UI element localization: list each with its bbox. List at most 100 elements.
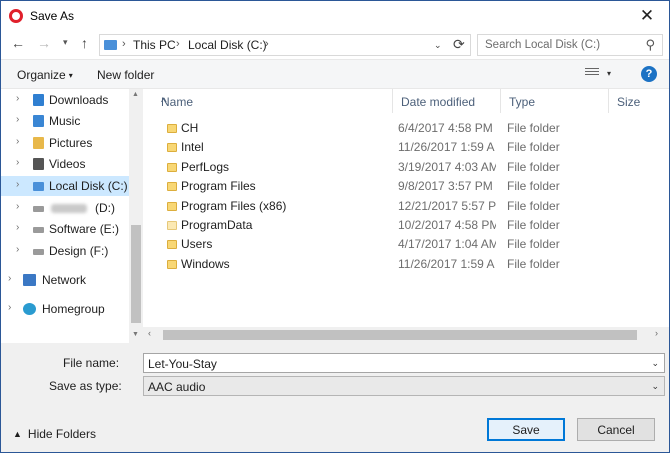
up-button[interactable]: ↑ bbox=[81, 35, 88, 51]
folder-icon bbox=[167, 240, 177, 249]
address-bar[interactable]: › This PC › Local Disk (C:) › ⌄ ⟳ bbox=[99, 34, 471, 56]
search-icon[interactable]: ⚲ bbox=[645, 37, 655, 53]
homegroup-icon bbox=[23, 303, 36, 315]
horizontal-scrollbar[interactable]: ‹ › bbox=[143, 327, 669, 343]
nav-item-local-disk-c[interactable]: › Local Disk (C:) bbox=[1, 176, 129, 196]
folder-icon bbox=[167, 182, 177, 191]
nav-item-label: Downloads bbox=[49, 93, 109, 107]
breadcrumb-local-disk[interactable]: Local Disk (C:) bbox=[188, 38, 267, 52]
recent-locations-button[interactable]: ▾ bbox=[63, 37, 68, 48]
this-pc-icon bbox=[104, 40, 117, 50]
file-name-label: File name: bbox=[63, 356, 120, 370]
navigation-bar: ← → ▾ ↑ › This PC › Local Disk (C:) › ⌄ … bbox=[1, 31, 669, 59]
cancel-button[interactable]: Cancel bbox=[577, 418, 655, 441]
file-row[interactable]: Program Files (x86) 12/21/2017 5:57 PM F… bbox=[143, 197, 669, 216]
chevron-right-icon[interactable]: › bbox=[16, 93, 19, 104]
opera-logo-icon bbox=[9, 9, 23, 23]
chevron-down-icon: ▾ bbox=[68, 71, 73, 80]
file-row[interactable]: Intel 11/26/2017 1:59 A… File folder bbox=[143, 138, 669, 157]
forward-button[interactable]: → bbox=[37, 35, 51, 51]
scroll-right-icon[interactable]: › bbox=[655, 328, 658, 338]
column-header-name[interactable]: Name ^ bbox=[153, 89, 393, 113]
nav-item-homegroup[interactable]: › Homegroup bbox=[1, 299, 129, 319]
nav-item-videos[interactable]: › Videos bbox=[1, 154, 129, 174]
refresh-button[interactable]: ⟳ bbox=[453, 36, 465, 53]
dialog-title: Save As bbox=[30, 9, 75, 23]
hide-folders-button[interactable]: ▲ Hide Folders bbox=[13, 427, 96, 441]
save-as-type-label: Save as type: bbox=[49, 379, 122, 393]
nav-item-software-e[interactable]: › Software (E:) bbox=[1, 219, 129, 239]
scroll-up-icon[interactable]: ▲ bbox=[132, 91, 139, 98]
search-input[interactable]: Search Local Disk (C:) ⚲ bbox=[477, 34, 663, 56]
save-button[interactable]: Save bbox=[487, 418, 565, 441]
file-name: Program Files bbox=[181, 179, 256, 193]
file-name: ProgramData bbox=[181, 218, 253, 232]
nav-item-label: Local Disk (C:) bbox=[49, 179, 128, 193]
file-name: CH bbox=[181, 121, 199, 135]
nav-item-label: Music bbox=[49, 114, 81, 128]
breadcrumb-separator[interactable]: › bbox=[265, 38, 269, 50]
folder-icon bbox=[167, 124, 177, 133]
nav-item-pictures[interactable]: › Pictures bbox=[1, 133, 129, 153]
file-date: 9/8/2017 3:57 PM bbox=[398, 179, 493, 193]
nav-item-music[interactable]: › Music bbox=[1, 111, 129, 131]
chevron-right-icon[interactable]: › bbox=[16, 201, 19, 212]
close-icon: ✕ bbox=[639, 6, 655, 25]
file-name: Users bbox=[181, 237, 213, 251]
folder-icon bbox=[167, 143, 177, 152]
file-row[interactable]: Program Files 9/8/2017 3:57 PM File fold… bbox=[143, 177, 669, 196]
chevron-right-icon[interactable]: › bbox=[8, 273, 11, 284]
nav-item-downloads[interactable]: › Downloads bbox=[1, 90, 129, 110]
file-row[interactable]: PerfLogs 3/19/2017 4:03 AM File folder bbox=[143, 158, 669, 177]
close-button[interactable]: ✕ bbox=[625, 1, 669, 31]
column-header-type[interactable]: Type bbox=[501, 89, 609, 113]
pictures-icon bbox=[33, 137, 44, 149]
chevron-right-icon[interactable]: › bbox=[8, 302, 11, 313]
drive-icon bbox=[33, 182, 44, 191]
chevron-right-icon[interactable]: › bbox=[16, 136, 19, 147]
organize-button[interactable]: Organize ▾ bbox=[17, 68, 73, 82]
nav-item-drive-d[interactable]: › (D:) bbox=[1, 198, 129, 218]
chevron-right-icon[interactable]: › bbox=[16, 244, 19, 255]
horizontal-scrollbar-thumb[interactable] bbox=[163, 330, 637, 340]
file-row[interactable]: Windows 11/26/2017 1:59 A… File folder bbox=[143, 255, 669, 274]
column-header-date-modified[interactable]: Date modified bbox=[393, 89, 501, 113]
chevron-right-icon[interactable]: › bbox=[16, 179, 19, 190]
new-folder-button[interactable]: New folder bbox=[97, 68, 154, 82]
file-date: 11/26/2017 1:59 A… bbox=[398, 257, 496, 271]
file-type: File folder bbox=[507, 160, 560, 174]
column-header-size[interactable]: Size bbox=[609, 89, 669, 113]
navpane-scrollbar-thumb[interactable] bbox=[131, 225, 141, 323]
address-dropdown-button[interactable]: ⌄ bbox=[434, 40, 442, 51]
view-dropdown-button[interactable]: ▾ bbox=[607, 69, 611, 78]
file-type: File folder bbox=[507, 199, 560, 213]
chevron-down-icon[interactable]: ⌄ bbox=[651, 358, 659, 369]
file-name: Intel bbox=[181, 140, 204, 154]
breadcrumb-this-pc[interactable]: This PC bbox=[133, 38, 176, 52]
breadcrumb-separator[interactable]: › bbox=[122, 38, 126, 50]
help-icon[interactable]: ? bbox=[641, 66, 657, 82]
back-button[interactable]: ← bbox=[11, 35, 25, 51]
chevron-right-icon[interactable]: › bbox=[16, 157, 19, 168]
file-date: 6/4/2017 4:58 PM bbox=[398, 121, 493, 135]
file-name-field[interactable]: Let-You-Stay ⌄ bbox=[143, 353, 665, 373]
file-row[interactable]: CH 6/4/2017 4:58 PM File folder bbox=[143, 119, 669, 138]
file-date: 3/19/2017 4:03 AM bbox=[398, 160, 496, 174]
file-row[interactable]: ProgramData 10/2/2017 4:58 PM File folde… bbox=[143, 216, 669, 235]
file-list: Name ^ Date modified Type Size CH 6/4/20… bbox=[143, 89, 669, 343]
scroll-left-icon[interactable]: ‹ bbox=[148, 328, 151, 338]
scroll-down-icon[interactable]: ▼ bbox=[132, 331, 139, 338]
drive-icon bbox=[33, 249, 44, 255]
file-row[interactable]: Users 4/17/2017 1:04 AM File folder bbox=[143, 235, 669, 254]
nav-item-network[interactable]: › Network bbox=[1, 270, 129, 290]
save-as-type-select[interactable]: AAC audio ⌄ bbox=[143, 376, 665, 396]
downloads-icon bbox=[33, 94, 44, 106]
chevron-right-icon[interactable]: › bbox=[16, 222, 19, 233]
chevron-down-icon: ⌄ bbox=[651, 381, 659, 391]
nav-item-design-f[interactable]: › Design (F:) bbox=[1, 241, 129, 261]
file-type: File folder bbox=[507, 179, 560, 193]
view-options-icon[interactable] bbox=[585, 68, 599, 79]
chevron-right-icon[interactable]: › bbox=[16, 114, 19, 125]
breadcrumb-separator[interactable]: › bbox=[176, 38, 180, 50]
navigation-pane: › Downloads › Music › Pictures › Videos … bbox=[1, 89, 143, 343]
